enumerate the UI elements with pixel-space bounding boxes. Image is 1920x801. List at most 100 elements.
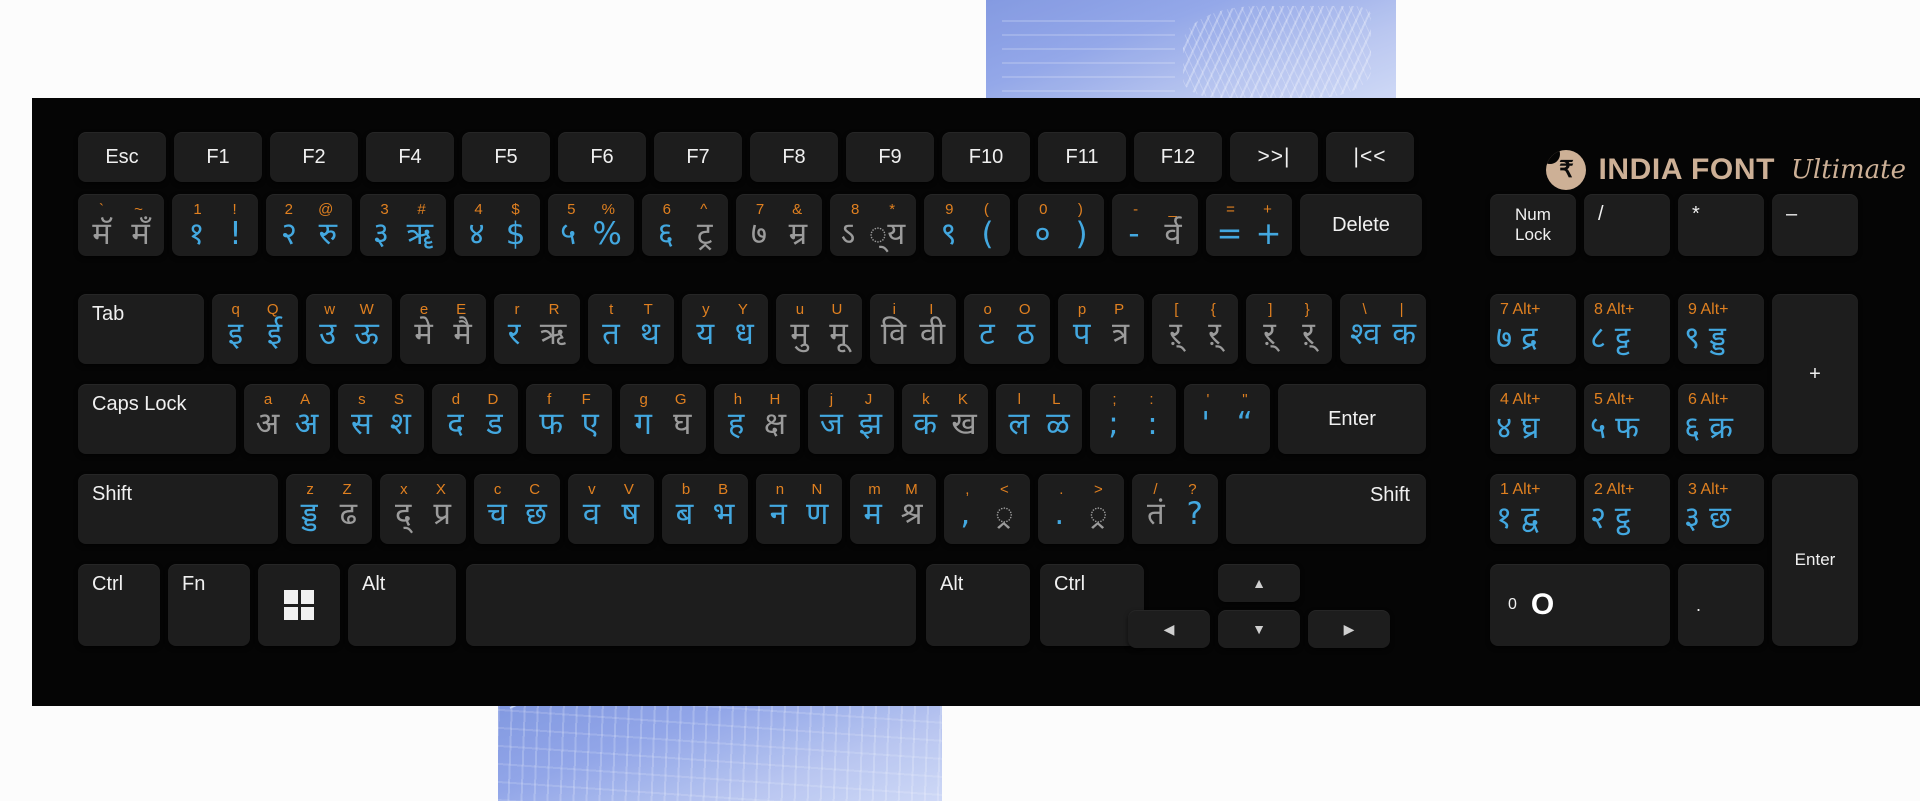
key-ctrl-left[interactable]: Ctrl [78,564,160,646]
decorative-art-bottom [498,700,942,801]
key-fn[interactable]: Fn [168,564,250,646]
key-delete[interactable]: Delete [1300,194,1422,256]
key-v[interactable]: vV वष [568,474,654,544]
key-arrow-right[interactable]: ▶ [1308,610,1390,648]
key-slash[interactable]: /? तं? [1132,474,1218,544]
key-numpad-9[interactable]: 9 Alt+ ९ ड्ड [1678,294,1764,364]
key-tab[interactable]: Tab [78,294,204,364]
key-numpad-7[interactable]: 7 Alt+ ७ द्र [1490,294,1576,364]
key-w[interactable]: wW उऊ [306,294,392,364]
key-3[interactable]: 3 # ३ॠ [360,194,446,256]
key-p[interactable]: pP प त्र [1058,294,1144,364]
key-j[interactable]: jJ जझ [808,384,894,454]
key-4[interactable]: 4 $ ४ $ [454,194,540,256]
key-t[interactable]: tT तथ [588,294,674,364]
key-f7[interactable]: F7 [654,132,742,182]
key-numpad-2[interactable]: 2 Alt+ २ ट्ठ [1584,474,1670,544]
key-bracket-right[interactable]: ]} ऱ् ऱ् [1246,294,1332,364]
key-num-lock[interactable]: Num Lock [1490,194,1576,256]
rupee-logo-icon: ₹ [1546,150,1587,190]
key-enter[interactable]: Enter [1278,384,1426,454]
key-f1[interactable]: F1 [174,132,262,182]
key-esc[interactable]: Esc [78,132,166,182]
key-k[interactable]: kK कख [902,384,988,454]
key-x[interactable]: xX द् प्र [380,474,466,544]
key-alt-right[interactable]: Alt [926,564,1030,646]
key-numpad-plus[interactable]: + [1772,294,1858,454]
key-z[interactable]: zZ ड्ड ढ [286,474,372,544]
key-shift-right[interactable]: Shift [1226,474,1426,544]
key-f12[interactable]: F12 [1134,132,1222,182]
key-f6[interactable]: F6 [558,132,646,182]
key-h[interactable]: hH ह क्ष [714,384,800,454]
key-f11[interactable]: F11 [1038,132,1126,182]
key-equals[interactable]: = + = + [1206,194,1292,256]
key-e[interactable]: eE मे मै [400,294,486,364]
key-quote[interactable]: ' " ' “ [1184,384,1270,454]
key-7[interactable]: 7 & ७ म्र [736,194,822,256]
key-numpad-divide[interactable]: / [1584,194,1670,256]
key-r[interactable]: rR रऋ [494,294,580,364]
key-numpad-minus[interactable]: – [1772,194,1858,256]
key-prev-track[interactable]: |<< [1326,132,1414,182]
key-bracket-left[interactable]: [{ ऱ् ऱ् [1152,294,1238,364]
key-caps-lock[interactable]: Caps Lock [78,384,236,454]
key-u[interactable]: uU मु मू [776,294,862,364]
key-g[interactable]: gG गघ [620,384,706,454]
key-backtick[interactable]: ` ~ मॅ मँ [78,194,164,256]
key-numpad-8[interactable]: 8 Alt+ ८ ट्ट [1584,294,1670,364]
key-2[interactable]: 2 @ २ रु [266,194,352,256]
key-l[interactable]: lL लळ [996,384,1082,454]
key-s[interactable]: sS सश [338,384,424,454]
key-1[interactable]: 1! १! [172,194,258,256]
key-arrow-left[interactable]: ◀ [1128,610,1210,648]
key-b[interactable]: bB बभ [662,474,748,544]
decorative-art-top [986,0,1396,100]
key-next-track[interactable]: >>| [1230,132,1318,182]
key-f5[interactable]: F5 [462,132,550,182]
key-f2[interactable]: F2 [270,132,358,182]
key-numpad-4[interactable]: 4 Alt+ ४ घ्र [1490,384,1576,454]
key-f8[interactable]: F8 [750,132,838,182]
key-numpad-0[interactable]: 0 O [1490,564,1670,646]
key-f10[interactable]: F10 [942,132,1030,182]
key-f9[interactable]: F9 [846,132,934,182]
key-y[interactable]: yY यध [682,294,768,364]
key-9[interactable]: 9( ९( [924,194,1010,256]
key-o[interactable]: oO टठ [964,294,1050,364]
windows-icon [284,590,314,620]
key-backslash[interactable]: \ | श्व क [1340,294,1426,364]
key-f[interactable]: fF फए [526,384,612,454]
key-numpad-3[interactable]: 3 Alt+ ३छ [1678,474,1764,544]
key-m[interactable]: mM म श्र [850,474,936,544]
key-period[interactable]: . > .्र [1038,474,1124,544]
key-numpad-multiply[interactable]: * [1678,194,1764,256]
key-alt-left[interactable]: Alt [348,564,456,646]
key-shift-left[interactable]: Shift [78,474,278,544]
brand-name: INDIA FONT [1598,153,1776,186]
key-c[interactable]: cC चछ [474,474,560,544]
key-numpad-decimal[interactable]: . [1678,564,1764,646]
key-minus[interactable]: - _ - र्व [1112,194,1198,256]
key-5[interactable]: 5% ५% [548,194,634,256]
key-a[interactable]: aA अअ [244,384,330,454]
key-space[interactable] [466,564,916,646]
key-numpad-5[interactable]: 5 Alt+ ५फ [1584,384,1670,454]
key-comma[interactable]: , < ,्र [944,474,1030,544]
key-numpad-enter[interactable]: Enter [1772,474,1858,646]
key-i[interactable]: iI वि वी [870,294,956,364]
key-arrow-up[interactable]: ▲ [1218,564,1300,602]
key-0[interactable]: 0) ०) [1018,194,1104,256]
key-numpad-1[interactable]: 1 Alt+ १ द्व [1490,474,1576,544]
key-n[interactable]: nN नण [756,474,842,544]
key-semicolon[interactable]: ;: ;: [1090,384,1176,454]
key-8[interactable]: 8 * ऽ्य [830,194,916,256]
key-numpad-6[interactable]: 6 Alt+ ६ क्र [1678,384,1764,454]
key-d[interactable]: dD दड [432,384,518,454]
key-windows[interactable] [258,564,340,646]
key-6[interactable]: 6 ^ ६ ट्र [642,194,728,256]
key-q[interactable]: qQ इई [212,294,298,364]
keyboard: ₹ INDIA FONT Ultimate Esc F1 F2 F4 F5 F6… [32,98,1920,706]
key-arrow-down[interactable]: ▼ [1218,610,1300,648]
key-f4[interactable]: F4 [366,132,454,182]
